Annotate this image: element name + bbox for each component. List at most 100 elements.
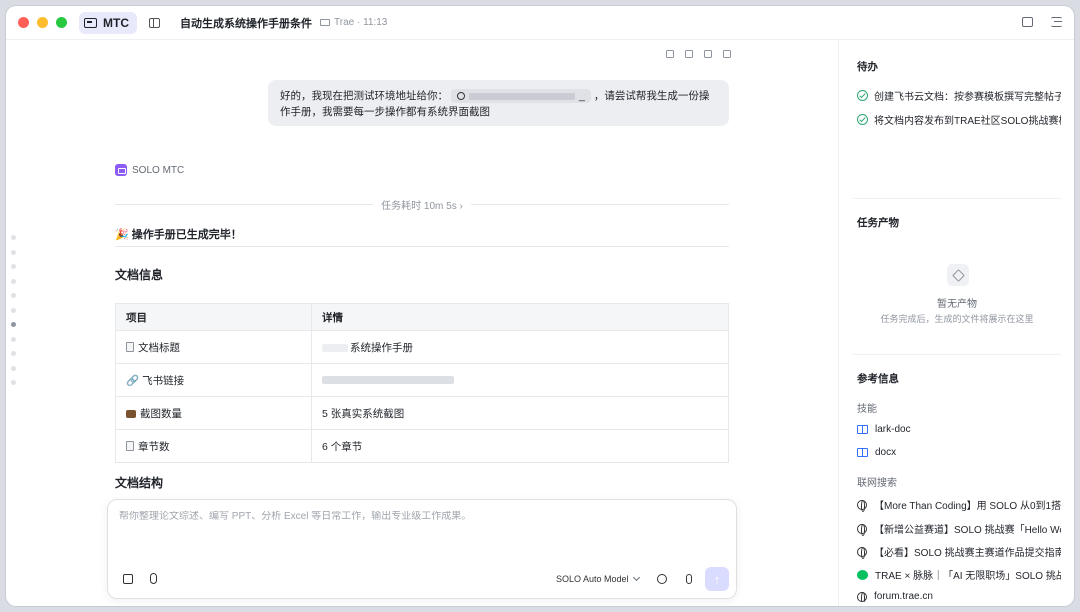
cell-text: 5 张真实系统截图 xyxy=(322,407,405,420)
nav-dot[interactable] xyxy=(11,293,16,298)
nav-dot[interactable] xyxy=(11,249,16,255)
empty-artifacts-title: 暂无产物 xyxy=(937,299,977,310)
workspace-label: MTC xyxy=(103,15,129,30)
table-cell-key: 截图数量 xyxy=(115,396,312,430)
maximize-window-button[interactable] xyxy=(56,17,67,28)
cell-text: 章节数 xyxy=(138,440,170,453)
message-navigator xyxy=(11,235,16,385)
slash-command-icon[interactable] xyxy=(123,574,133,584)
section-heading-doc-info: 文档信息 xyxy=(115,268,164,282)
table-cell-key: 文档标题 xyxy=(115,330,312,364)
redacted-url xyxy=(469,92,575,100)
cell-text: 系统操作手册 xyxy=(350,341,413,354)
nav-dot-active[interactable] xyxy=(11,322,16,327)
copy-icon[interactable] xyxy=(666,50,674,58)
user-message: 好的，我现在把测试环境地址给你： _ ，请尝试帮我生成一份操作手册，我需要每一步操作… xyxy=(268,80,729,126)
todo-item[interactable]: 将文档内容发布到TRAE社区SOLO挑战赛板块 xyxy=(857,112,1061,127)
web-result-item[interactable]: forum.trae.cn xyxy=(857,591,1061,602)
section-heading-doc-structure: 文档结构 xyxy=(115,476,164,490)
close-window-button[interactable] xyxy=(18,17,29,28)
globe-icon xyxy=(457,92,465,101)
nav-dot[interactable] xyxy=(11,380,16,385)
chat-area: 好的，我现在把测试环境地址给你： _ ，请尝试帮我生成一份操作手册，我需要每一步操作… xyxy=(6,40,838,606)
book-icon xyxy=(857,448,868,457)
table-cell-value: 6 个章节 xyxy=(311,429,729,463)
todo-item[interactable]: 创建飞书云文档：按参赛模板撰写完整帖子 xyxy=(857,88,1061,103)
table-header-row: 项目 详情 xyxy=(115,303,729,331)
cube-icon xyxy=(951,268,965,282)
globe-icon xyxy=(857,523,867,536)
check-circle-icon xyxy=(857,114,868,125)
skill-item[interactable]: docx xyxy=(857,447,1061,458)
table-row: 截图数量 5 张真实系统截图 xyxy=(115,396,729,430)
web-result-title: TRAE × 脉脉｜「AI 无限职场」SOLO 挑战赛 xyxy=(875,571,1061,582)
panel-toggle-icon[interactable] xyxy=(1051,17,1062,27)
divider xyxy=(853,354,1061,355)
message-actions xyxy=(666,50,731,58)
attachment-icon[interactable] xyxy=(150,573,157,584)
web-result-title: 【More Than Coding】用 SOLO 从0到1搭建 xyxy=(874,501,1061,512)
chevron-down-icon xyxy=(632,573,640,582)
skill-item[interactable]: lark-doc xyxy=(857,424,1061,435)
divider xyxy=(115,203,374,205)
todo-text: 将文档内容发布到TRAE社区SOLO挑战赛板块 xyxy=(874,116,1061,127)
title-meta: Trae · 11:13 xyxy=(320,17,387,28)
table-row: 文档标题 系统操作手册 xyxy=(115,330,729,364)
task-duration-text: 任务耗时 10m 5s › xyxy=(381,200,463,212)
page-title: 自动生成系统操作手册条件 xyxy=(180,17,312,30)
web-result-title: forum.trae.cn xyxy=(874,591,933,602)
globe-icon xyxy=(857,546,867,559)
retry-icon[interactable] xyxy=(723,50,731,58)
model-select[interactable]: SOLO Auto Model xyxy=(556,573,640,584)
globe-icon xyxy=(857,499,867,512)
message-input[interactable] xyxy=(119,511,719,522)
table-cell-key: 🔗 飞书链接 xyxy=(115,363,312,397)
redacted-link[interactable] xyxy=(322,376,454,384)
cell-text: 6 个章节 xyxy=(322,440,363,453)
terminal-icon[interactable] xyxy=(1022,17,1033,27)
workspace-chip[interactable]: MTC xyxy=(79,11,137,34)
title-meta-text: Trae · 11:13 xyxy=(334,17,388,28)
wechat-icon xyxy=(857,569,868,580)
model-select-label: SOLO Auto Model xyxy=(556,574,629,584)
skill-name: lark-doc xyxy=(875,424,911,435)
web-search-label: 联网搜索 xyxy=(857,478,897,489)
title-bar-actions xyxy=(1022,17,1062,27)
divider xyxy=(470,203,729,205)
web-result-item[interactable]: TRAE × 脉脉｜「AI 无限职场」SOLO 挑战赛 xyxy=(857,567,1061,582)
redacted-text xyxy=(322,343,348,352)
table-cell-value[interactable] xyxy=(311,363,729,397)
web-result-item[interactable]: 【More Than Coding】用 SOLO 从0到1搭建 xyxy=(857,497,1061,512)
app-window: MTC 自动生成系统操作手册条件 Trae · 11:13 好的，我现在把测试环… xyxy=(6,6,1074,606)
nav-dot[interactable] xyxy=(11,264,16,269)
web-result-item[interactable]: 【新增公益赛道】SOLO 挑战赛「Hello World」 xyxy=(857,521,1061,536)
task-duration[interactable]: 任务耗时 10m 5s › xyxy=(115,197,729,212)
empty-artifacts-icon-box xyxy=(947,264,969,286)
nav-dot[interactable] xyxy=(11,365,16,371)
table-header: 详情 xyxy=(311,303,729,331)
web-result-title: 【新增公益赛道】SOLO 挑战赛「Hello World」 xyxy=(874,525,1061,536)
web-result-item[interactable]: 【必看】SOLO 挑战赛主赛道作品提交指南 xyxy=(857,544,1061,559)
env-link-chip[interactable]: _ xyxy=(451,89,591,104)
document-icon xyxy=(126,440,134,451)
edit-icon[interactable] xyxy=(704,50,712,58)
nav-dot[interactable] xyxy=(11,351,16,356)
sidebar-toggle-icon[interactable] xyxy=(149,17,160,28)
workspace-icon xyxy=(84,17,97,28)
table-cell-value: 5 张真实系统截图 xyxy=(311,396,729,430)
link-icon: 🔗 xyxy=(126,374,140,387)
nav-dot[interactable] xyxy=(11,235,16,240)
nav-dot[interactable] xyxy=(11,278,16,284)
table-header: 项目 xyxy=(115,303,312,331)
agent-name: SOLO MTC xyxy=(132,164,185,176)
table-row: 🔗 飞书链接 xyxy=(115,363,729,397)
branch-icon[interactable] xyxy=(685,50,693,58)
divider xyxy=(853,198,1061,199)
minimize-window-button[interactable] xyxy=(37,17,48,28)
nav-dot[interactable] xyxy=(11,307,16,313)
microphone-icon[interactable] xyxy=(686,574,692,584)
chat-mode-icon[interactable] xyxy=(657,574,667,584)
send-button[interactable]: ↑ xyxy=(705,567,729,591)
table-cell-value: 系统操作手册 xyxy=(311,330,729,364)
nav-dot[interactable] xyxy=(11,336,16,342)
